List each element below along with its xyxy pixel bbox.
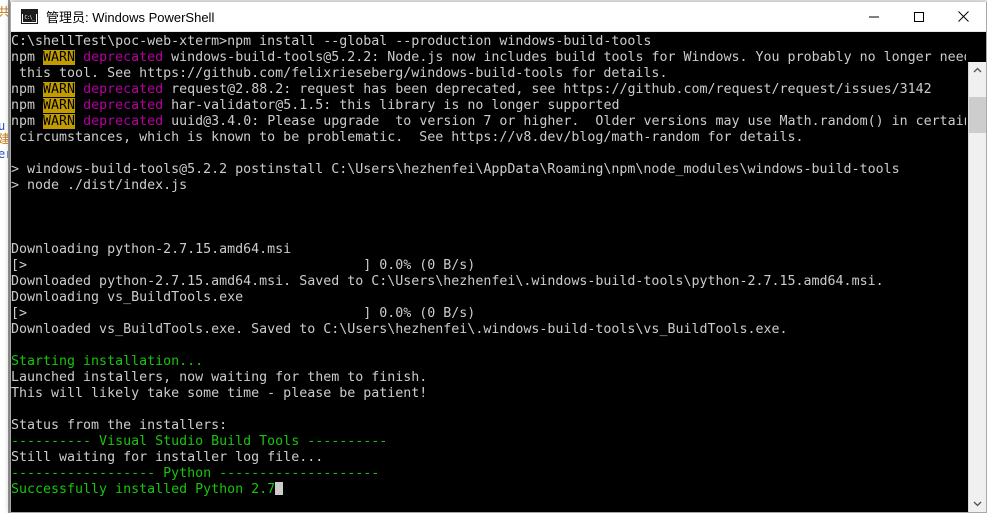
title-bar[interactable]: C:\_ 管理员: Windows PowerShell [11,2,986,32]
terminal-line: > windows-build-tools@5.2.2 postinstall … [11,162,966,178]
terminal-text: deprecated [83,50,164,65]
terminal-output[interactable]: C:\shellTest\poc-web-xterm>npm install -… [11,32,966,512]
terminal-text: [> ] 0.0% (0 B/s) [11,258,476,273]
terminal-line: [> ] 0.0% (0 B/s) [11,306,966,322]
terminal-text: npm [11,50,44,65]
terminal-line: ------------------ Python --------------… [11,466,966,482]
terminal-text: circumstances, which is known to be prob… [11,130,804,145]
minimize-button[interactable] [851,2,896,32]
terminal-text: Still waiting for installer log file... [11,450,324,465]
terminal-line: this tool. See https://github.com/felixr… [11,66,966,82]
terminal-line: ---------- Visual Studio Build Tools ---… [11,434,966,450]
terminal-line: npm WARN deprecated har-validator@5.1.5:… [11,98,966,114]
terminal-text: uuid@3.4.0: Please upgrade to version 7 … [163,114,966,129]
title-bar-left: C:\_ 管理员: Windows PowerShell [11,7,851,26]
terminal-text: Starting installation... [11,354,204,369]
terminal-text: ---------- Visual Studio Build Tools ---… [11,434,388,449]
scrollbar-track[interactable] [969,79,986,495]
warn-badge: WARN [43,82,76,97]
terminal-text: Downloaded python-2.7.15.amd64.msi. Save… [11,274,884,289]
terminal-line: Downloading vs_BuildTools.exe [11,290,966,306]
terminal-text: npm [11,82,44,97]
terminal-text: Downloaded vs_BuildTools.exe. Saved to C… [11,322,788,337]
terminal-line: Downloading python-2.7.15.amd64.msi [11,242,966,258]
terminal-text: deprecated [83,82,164,97]
terminal-text: Downloading vs_BuildTools.exe [11,290,244,305]
terminal-line: Downloaded python-2.7.15.amd64.msi. Save… [11,274,966,290]
close-button[interactable] [941,2,986,32]
terminal-line: Launched installers, now waiting for the… [11,370,966,386]
terminal-text: npm [11,98,44,113]
console-icon: C:\_ [21,9,38,24]
terminal-text: This will likely take some time - please… [11,386,428,401]
terminal-text: har-validator@5.1.5: this library is no … [163,98,620,113]
powershell-window: C:\_ 管理员: Windows PowerShell C:\shellTes… [10,2,987,513]
terminal-line: Still waiting for installer log file... [11,450,966,466]
terminal-line: npm WARN deprecated uuid@3.4.0: Please u… [11,114,966,130]
terminal-text: > windows-build-tools@5.2.2 postinstall … [11,162,900,177]
warn-badge: WARN [43,98,76,113]
terminal-text: Successfully installed Python 2.7 [11,482,276,497]
scrollbar-thumb[interactable] [969,97,986,133]
terminal-text: deprecated [83,98,164,113]
window-title: 管理员: Windows PowerShell [46,10,215,25]
terminal-line: circumstances, which is known to be prob… [11,130,966,146]
warn-badge: WARN [43,50,76,65]
terminal-line: npm WARN deprecated windows-build-tools@… [11,50,966,66]
terminal-text: Status from the installers: [11,418,228,433]
scroll-up-arrow-icon[interactable] [969,62,986,79]
terminal-text: request@2.88.2: request has been depreca… [163,82,932,97]
terminal-line: C:\shellTest\poc-web-xterm>npm install -… [11,34,966,50]
terminal-text: npm [11,114,44,129]
terminal-text: [> ] 0.0% (0 B/s) [11,306,476,321]
terminal-text: > node ./dist/index.js [11,178,188,193]
terminal-text: C:\shellTest\poc-web-xterm>npm install -… [11,34,652,49]
terminal-area[interactable]: C:\shellTest\poc-web-xterm>npm install -… [11,32,986,512]
terminal-text: this tool. See https://github.com/felixr… [11,66,668,81]
terminal-line: Starting installation... [11,354,966,370]
terminal-scrollbar[interactable] [968,62,986,512]
terminal-line: [> ] 0.0% (0 B/s) [11,258,966,274]
terminal-text: ------------------ Python --------------… [11,466,380,481]
terminal-line: npm WARN deprecated request@2.88.2: requ… [11,82,966,98]
terminal-text: Launched installers, now waiting for the… [11,370,428,385]
window-controls [851,2,986,32]
terminal-text: Downloading python-2.7.15.amd64.msi [11,242,292,257]
terminal-cursor [275,482,284,495]
terminal-line: This will likely take some time - please… [11,386,966,402]
scroll-down-arrow-icon[interactable] [969,495,986,512]
terminal-text: windows-build-tools@5.2.2: Node.js now i… [163,50,966,65]
warn-badge: WARN [43,114,76,129]
terminal-line: Downloaded vs_BuildTools.exe. Saved to C… [11,322,966,338]
terminal-text: deprecated [83,114,164,129]
maximize-button[interactable] [896,2,941,32]
terminal-line: Successfully installed Python 2.7 [11,482,966,498]
terminal-line: Status from the installers: [11,418,966,434]
terminal-line: > node ./dist/index.js [11,178,966,194]
